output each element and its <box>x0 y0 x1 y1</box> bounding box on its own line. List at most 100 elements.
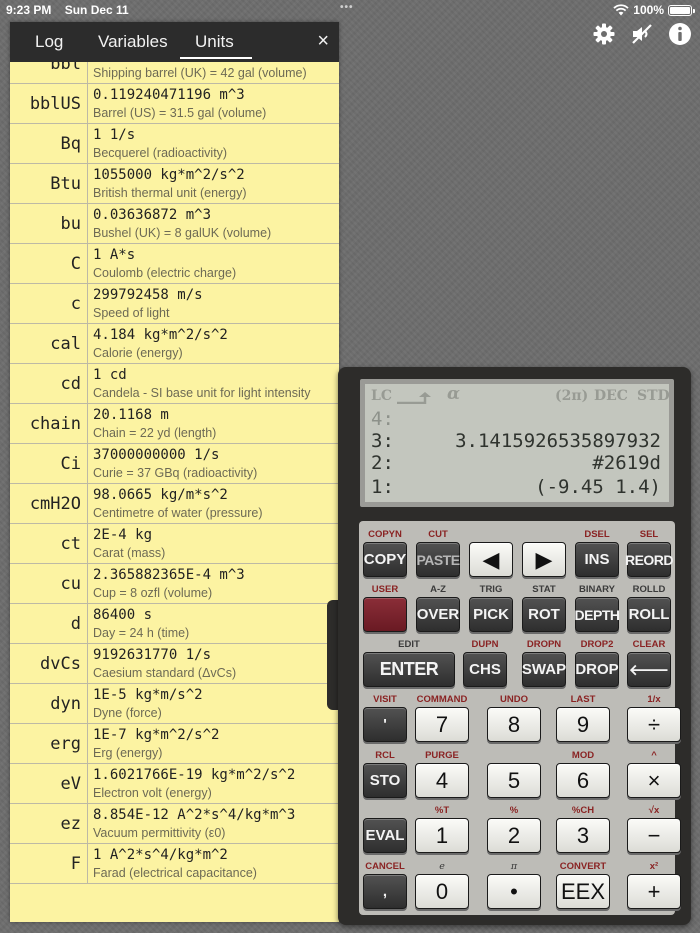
key-face[interactable]: − <box>627 818 681 853</box>
unit-row[interactable]: cu 2.365882365E-4 m^3 Cup = 8 ozfl (volume… <box>10 564 339 604</box>
unit-name: Btu <box>10 164 88 203</box>
key-face[interactable]: EVAL <box>363 818 407 853</box>
key-shift-label: %T <box>434 805 450 816</box>
unit-row[interactable]: cd 1 cd Candela - SI base unit for light i… <box>10 364 339 404</box>
calculator: LC α (2π) DEC STD 4: 3: 3.14159265358979… <box>338 367 691 925</box>
stack-level-1[interactable]: 1: (-9.45 1.4) <box>371 476 661 498</box>
unit-row[interactable]: erg 1E-7 kg*m^2/s^2 Erg (energy) <box>10 724 339 764</box>
key-face[interactable]: ' <box>363 707 407 742</box>
key-shift-label: 1/x <box>647 694 661 705</box>
key-face[interactable] <box>363 597 407 632</box>
unit-value: 8.854E-12 A^2*s^4/kg*m^3 <box>93 807 296 823</box>
close-icon[interactable]: × <box>317 30 329 53</box>
unit-description: British thermal unit (energy) <box>93 186 247 200</box>
battery-percent: 100% <box>633 3 664 17</box>
tab-variables[interactable]: Variables <box>98 32 168 52</box>
unit-value: 1 1/s <box>93 127 136 143</box>
key-face[interactable]: ÷ <box>627 707 681 742</box>
key-face[interactable]: INS <box>575 542 619 577</box>
units-list[interactable]: barBar (pressure)bbl0.158987294928 m^3Sh… <box>10 22 339 884</box>
unit-row[interactable]: chain 20.1168 m Chain = 22 yd (length) <box>10 404 339 444</box>
unit-row[interactable]: cmH2O 98.0665 kg/m*s^2 Centimetre of water… <box>10 484 339 524</box>
unit-description: Curie = 37 GBq (radioactivity) <box>93 466 258 480</box>
key-face[interactable]: STO <box>363 763 407 798</box>
key-face[interactable]: 4 <box>415 763 469 798</box>
unit-name: bblUS <box>10 84 88 123</box>
unit-name: dyn <box>10 684 88 723</box>
unit-row[interactable]: dvCs 9192631770 1/s Caesium standard (ΔvCs… <box>10 644 339 684</box>
stack-level-3[interactable]: 3: 3.1415926535897932 <box>371 430 661 452</box>
unit-row[interactable]: ct 2E-4 kg Carat (mass) <box>10 524 339 564</box>
key-face[interactable]: 🡐 <box>627 652 671 687</box>
mute-icon[interactable] <box>630 22 654 46</box>
key-face[interactable]: 5 <box>487 763 541 798</box>
unit-name: cmH2O <box>10 484 88 523</box>
key-face[interactable]: COPY <box>363 542 407 577</box>
key-face[interactable]: EEX <box>556 874 610 909</box>
stack-level-2[interactable]: 2: #2619d <box>371 452 661 474</box>
unit-row[interactable]: bu 0.03636872 m^3 Bushel (UK) = 8 galUK (v… <box>10 204 339 244</box>
key-face[interactable]: • <box>487 874 541 909</box>
unit-row[interactable]: F 1 A^2*s^4/kg*m^2 Farad (electrical capac… <box>10 844 339 884</box>
key-face[interactable]: DEPTH <box>575 597 620 632</box>
unit-description: Speed of light <box>93 306 170 320</box>
key-face[interactable]: 7 <box>415 707 469 742</box>
unit-description: Farad (electrical capacitance) <box>93 866 257 880</box>
key-face[interactable]: 2 <box>487 818 541 853</box>
stack-value: #2619d <box>592 452 661 474</box>
unit-row[interactable]: cal 4.184 kg*m^2/s^2 Calorie (energy) <box>10 324 339 364</box>
key-face[interactable]: ◀ <box>469 542 513 577</box>
unit-row[interactable]: C 1 A*s Coulomb (electric charge) <box>10 244 339 284</box>
multitasking-dots[interactable]: ••• <box>340 2 354 13</box>
unit-value: 86400 s <box>93 607 153 623</box>
key-face[interactable]: OVER <box>416 597 460 632</box>
unit-row[interactable]: Btu 1055000 kg*m^2/s^2 British thermal uni… <box>10 164 339 204</box>
annunciator-lc: LC <box>371 388 392 404</box>
key-face[interactable]: 1 <box>415 818 469 853</box>
unit-row[interactable]: c 299792458 m/s Speed of light <box>10 284 339 324</box>
key-face[interactable]: + <box>627 874 681 909</box>
key-face[interactable]: ROT <box>522 597 566 632</box>
unit-row[interactable]: ez 8.854E-12 A^2*s^4/kg*m^3 Vacuum permitt… <box>10 804 339 844</box>
tab-log[interactable]: Log <box>35 32 63 52</box>
key-face[interactable]: 8 <box>487 707 541 742</box>
info-icon[interactable] <box>668 22 692 46</box>
key-shift-label: ^ <box>651 750 657 761</box>
key-face[interactable]: 3 <box>556 818 610 853</box>
panel-tabs: Log Variables Units × <box>10 22 339 62</box>
unit-value: 2E-4 kg <box>93 527 153 543</box>
key-face[interactable]: PASTE <box>416 542 460 577</box>
key-face[interactable]: × <box>627 763 681 798</box>
unit-row[interactable]: eV 1.6021766E-19 kg*m^2/s^2 Electron volt … <box>10 764 339 804</box>
unit-description: Centimetre of water (pressure) <box>93 506 263 520</box>
key-face[interactable]: REORD <box>625 542 674 577</box>
stack-label: 4: <box>371 408 394 430</box>
unit-name: cd <box>10 364 88 403</box>
unit-row[interactable]: Ci 37000000000 1/s Curie = 37 GBq (radioac… <box>10 444 339 484</box>
unit-value: 20.1168 m <box>93 407 169 423</box>
keypad-row6: EVAL %T 1% 2 %CH 3 √x − <box>359 805 681 860</box>
binary-value: #2619 <box>592 452 650 474</box>
gear-icon[interactable] <box>592 22 616 46</box>
unit-name: d <box>10 604 88 643</box>
key-face[interactable]: 0 <box>415 874 469 909</box>
key-face[interactable]: 6 <box>556 763 610 798</box>
unit-row[interactable]: dyn 1E-5 kg*m/s^2 Dyne (force) <box>10 684 339 724</box>
key-face[interactable]: ▶ <box>522 542 566 577</box>
tab-units[interactable]: Units <box>195 32 234 52</box>
unit-row[interactable]: Bq 1 1/s Becquerel (radioactivity) <box>10 124 339 164</box>
stack-level-4[interactable]: 4: <box>371 408 661 430</box>
key-face[interactable]: CHS <box>463 652 507 687</box>
key-face[interactable]: , <box>363 874 407 909</box>
unit-row[interactable]: d 86400 s Day = 24 h (time) <box>10 604 339 644</box>
status-time: 9:23 PM <box>6 3 52 17</box>
key-face[interactable]: 9 <box>556 707 610 742</box>
key-face[interactable]: ROLL <box>627 597 671 632</box>
key-face[interactable]: SWAP <box>522 652 566 687</box>
keypad-row3: EDIT ENTER DUPN CHS DROPN SWAP DROP2 DROP CLEAR 🡐 <box>359 639 675 694</box>
key-face[interactable]: DROP <box>575 652 619 687</box>
unit-value: 0.119240471196 m^3 <box>93 87 245 103</box>
key-face[interactable]: PICK <box>469 597 513 632</box>
unit-row[interactable]: bblUS 0.119240471196 m^3 Barrel (US) = 31.… <box>10 84 339 124</box>
key-face[interactable]: ENTER <box>363 652 455 687</box>
